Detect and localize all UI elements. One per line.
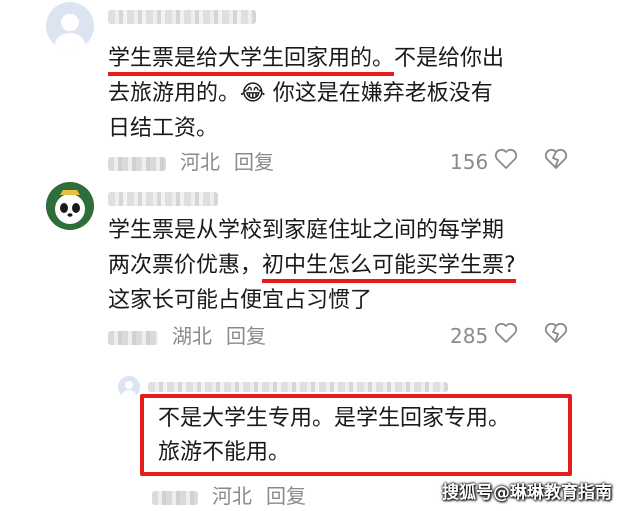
location-label: 河北	[180, 150, 220, 174]
comment-text-line-2: 去旅游用的。😂 你这是在嫌弃老板没有	[108, 81, 493, 106]
like-count: 285	[450, 323, 489, 348]
comment-text-line-2: 两次票价优惠，初中生怎么可能买学生票?	[108, 249, 516, 283]
username-blurred[interactable]	[148, 382, 448, 392]
reply-button[interactable]: 回复	[226, 324, 266, 348]
default-avatar-icon[interactable]	[46, 2, 94, 50]
default-avatar-icon[interactable]	[118, 376, 140, 398]
username-blurred[interactable]	[108, 10, 256, 24]
comment-meta: 湖北 回复	[108, 320, 280, 349]
highlighted-text: 学生票是给大学生回家用的。	[108, 46, 395, 76]
time-blurred	[108, 156, 166, 171]
comment-meta: 河北 回复	[108, 146, 288, 175]
heart-icon[interactable]	[494, 322, 518, 349]
broken-heart-icon[interactable]	[542, 146, 570, 177]
location-label: 河北	[212, 484, 252, 508]
panda-avatar-icon[interactable]	[46, 182, 94, 230]
time-blurred	[152, 490, 198, 505]
comment-2: 学生票是从学校到家庭住址之间的每学期 两次票价优惠，初中生怎么可能买学生票? 这…	[0, 178, 622, 358]
reply-button[interactable]: 回复	[266, 484, 306, 508]
like-group: 285	[450, 320, 570, 351]
broken-heart-icon[interactable]	[542, 320, 570, 351]
comment-text-line-1: 学生票是给大学生回家用的。不是给你出	[108, 42, 504, 76]
location-label: 湖北	[172, 324, 212, 348]
time-blurred	[108, 330, 158, 345]
comment-text-line-1: 学生票是从学校到家庭住址之间的每学期	[108, 218, 505, 243]
like-count: 156	[450, 149, 489, 174]
comment-meta: 河北 回复	[152, 480, 320, 509]
comment-text-line-2: 旅游不能用。	[158, 440, 291, 465]
comment-text-line-3: 这家长可能占便宜占习惯了	[108, 288, 373, 313]
comment-1: 学生票是给大学生回家用的。不是给你出 去旅游用的。😂 你这是在嫌弃老板没有 日结…	[0, 0, 622, 180]
comment-text-line-3: 日结工资。	[108, 116, 219, 141]
watermark: 搜狐号@琳琳教育指南	[442, 483, 612, 503]
username-blurred[interactable]	[108, 192, 218, 206]
like-group: 156	[450, 146, 570, 177]
reply-button[interactable]: 回复	[234, 150, 274, 174]
highlighted-text: 初中生怎么可能买学生票?	[262, 253, 516, 283]
heart-icon[interactable]	[494, 148, 518, 175]
comment-text-line-1: 不是大学生专用。是学生回家专用。	[158, 406, 511, 431]
